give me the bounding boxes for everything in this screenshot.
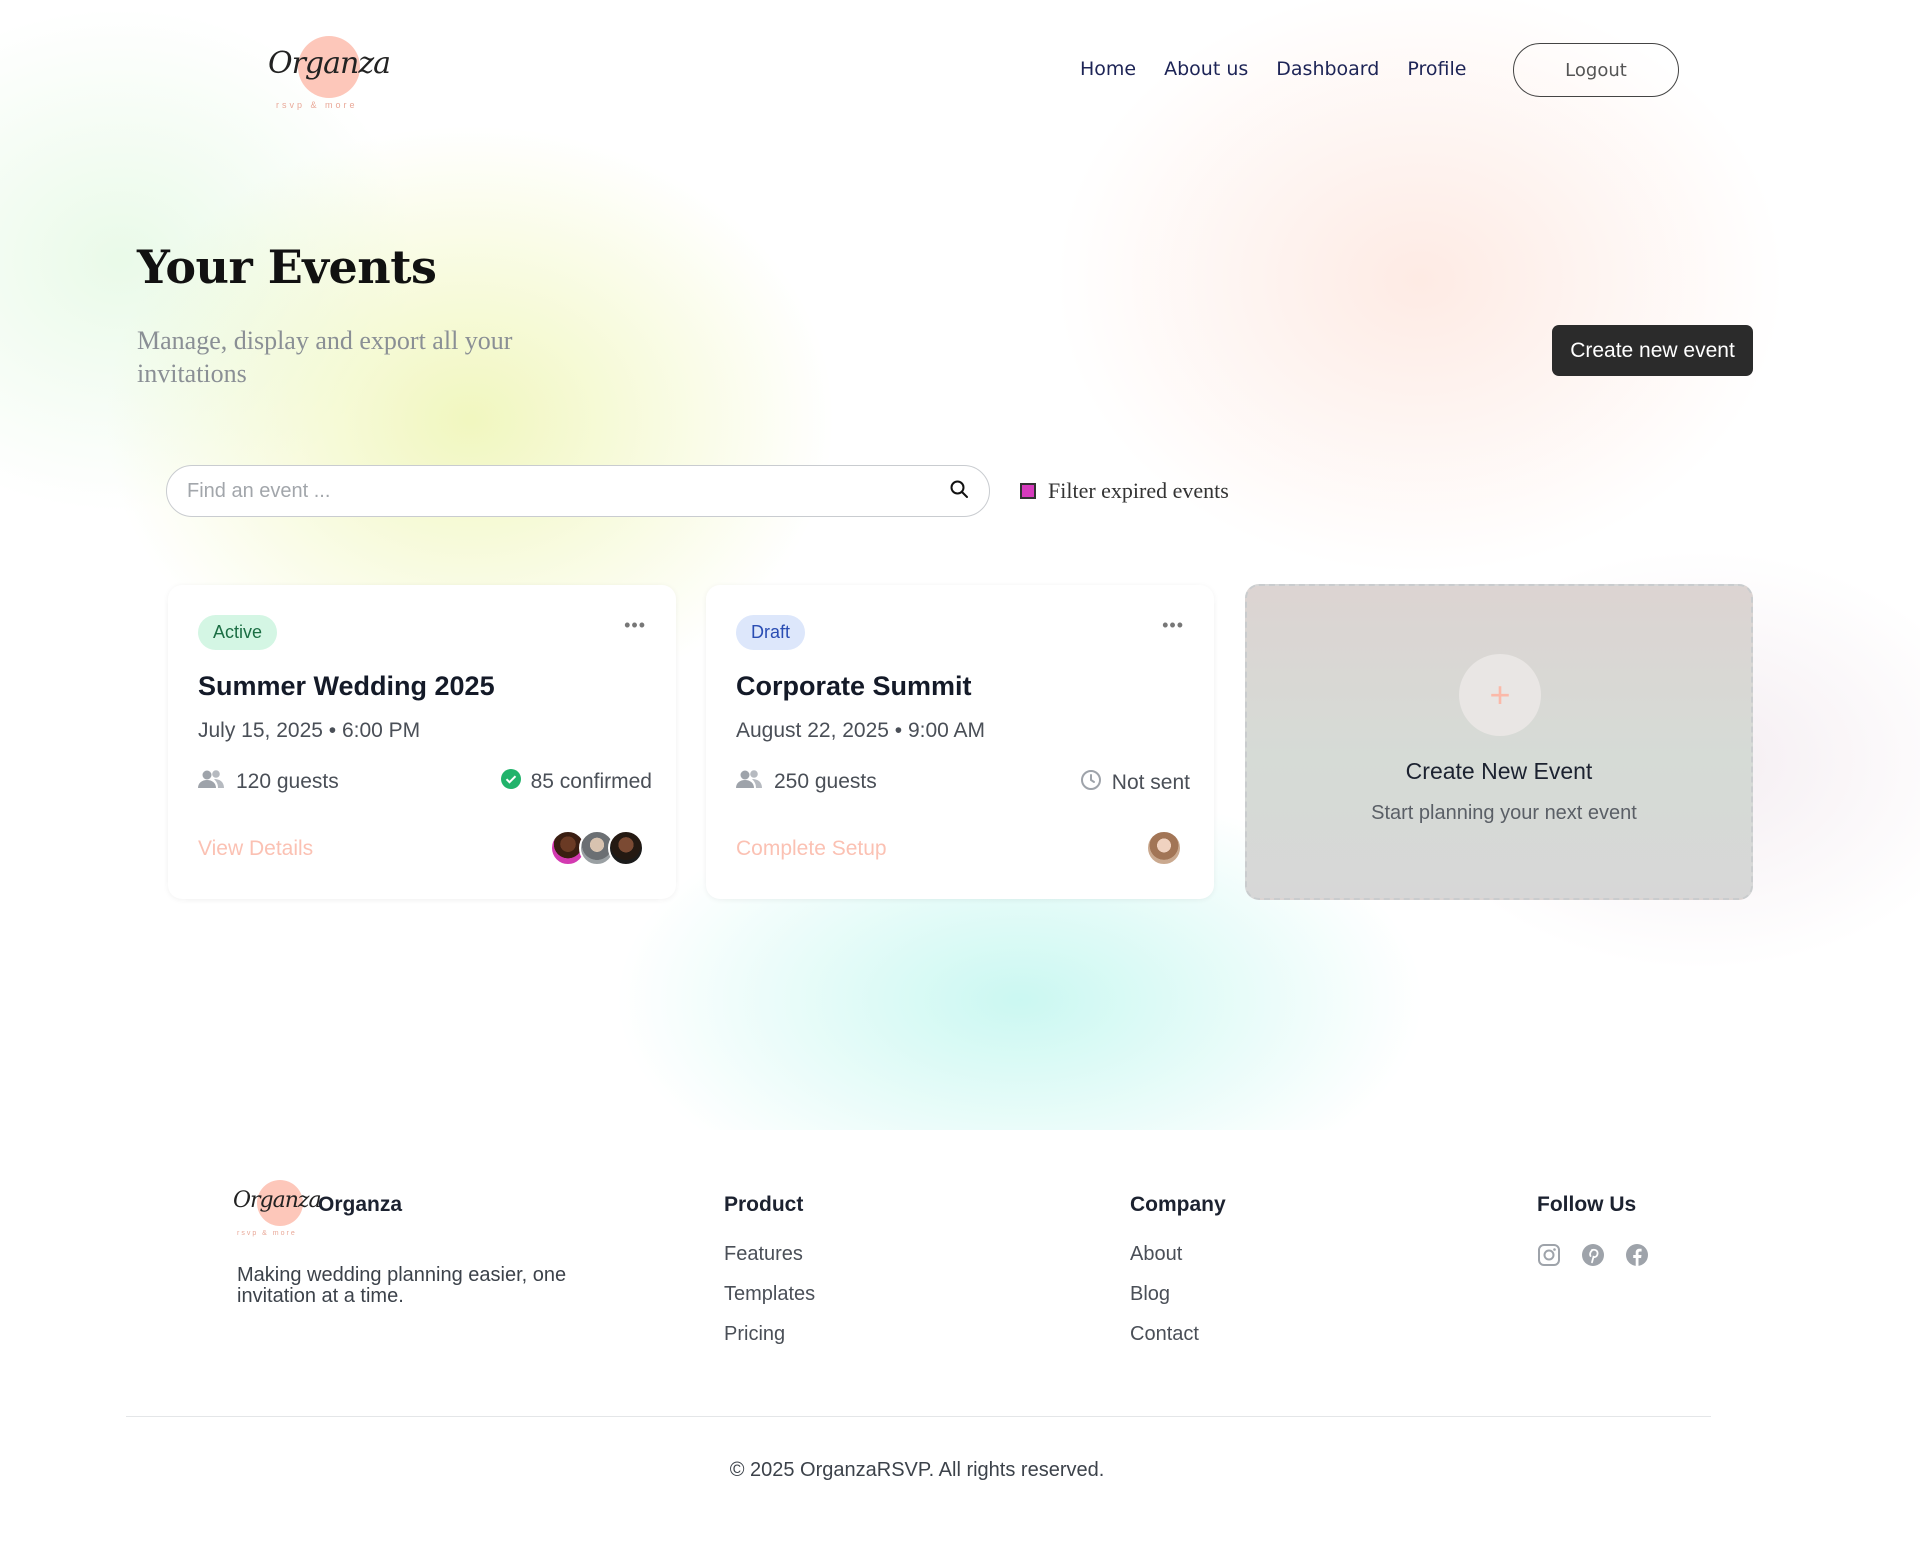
footer-link-blog[interactable]: Blog	[1130, 1283, 1226, 1306]
guest-count: 250 guests	[736, 769, 877, 795]
rsvp-status: Not sent	[1080, 769, 1190, 797]
footer-product: Product Features Templates Pricing	[724, 1193, 815, 1363]
event-datetime: August 22, 2025 • 9:00 AM	[736, 719, 986, 742]
footer-heading: Follow Us	[1537, 1193, 1637, 1216]
footer-follow: Follow Us	[1537, 1193, 1649, 1267]
logo-wordmark: Organza	[268, 46, 391, 81]
filter-label: Filter expired events	[1048, 478, 1229, 503]
more-options-icon[interactable]: •••	[624, 615, 646, 636]
users-icon	[198, 769, 224, 795]
footer-link-about[interactable]: About	[1130, 1243, 1226, 1266]
footer-link-contact[interactable]: Contact	[1130, 1323, 1226, 1346]
footer-tagline: Making wedding planning easier, one invi…	[237, 1264, 567, 1307]
rsvp-status-text: 85 confirmed	[530, 770, 652, 793]
background-gradient	[0, 0, 1920, 1130]
event-title: Corporate Summit	[736, 671, 972, 701]
avatar	[1146, 830, 1182, 866]
plus-icon[interactable]: +	[1459, 654, 1541, 736]
nav-profile[interactable]: Profile	[1407, 58, 1466, 80]
new-event-title: Create New Event	[1405, 758, 1593, 784]
logo-subtitle: rsvp & more	[276, 100, 358, 110]
nav-home[interactable]: Home	[1080, 58, 1136, 80]
footer-brand: Organza	[318, 1193, 403, 1216]
status-badge: Active	[198, 615, 278, 650]
filter-checkbox[interactable]	[1020, 483, 1036, 499]
guest-count-text: 250 guests	[774, 770, 877, 793]
complete-setup-link[interactable]: Complete Setup	[736, 837, 887, 861]
instagram-icon[interactable]	[1537, 1243, 1561, 1267]
event-card[interactable]: Active ••• Summer Wedding 2025 July 15, …	[168, 585, 676, 899]
page-title: Your Events	[137, 240, 437, 294]
event-datetime: July 15, 2025 • 6:00 PM	[198, 719, 421, 742]
search-input[interactable]	[187, 479, 949, 503]
avatar	[608, 830, 644, 866]
guest-avatars	[550, 830, 644, 866]
rsvp-status: 85 confirmed	[500, 769, 652, 795]
guest-avatars	[1146, 830, 1182, 866]
footer-link-templates[interactable]: Templates	[724, 1283, 815, 1306]
event-title: Summer Wedding 2025	[198, 671, 495, 701]
status-badge: Draft	[736, 615, 806, 650]
logo-wordmark: Organza	[233, 1188, 322, 1213]
clock-icon	[1080, 769, 1102, 797]
facebook-icon[interactable]	[1625, 1243, 1649, 1267]
footer-heading: Product	[724, 1193, 804, 1216]
page-subtitle: Manage, display and export all your invi…	[137, 326, 513, 388]
footer-company: Company About Blog Contact	[1130, 1193, 1226, 1363]
filter-expired[interactable]: Filter expired events	[1020, 478, 1229, 504]
rsvp-status-text: Not sent	[1111, 771, 1190, 794]
pinterest-icon[interactable]	[1581, 1243, 1605, 1267]
create-event-button[interactable]: Create new event	[1552, 325, 1753, 376]
logout-button[interactable]: Logout	[1513, 43, 1679, 97]
guest-count-text: 120 guests	[236, 770, 339, 793]
event-card[interactable]: Draft ••• Corporate Summit August 22, 20…	[706, 585, 1214, 899]
view-details-link[interactable]: View Details	[198, 837, 313, 861]
guest-count: 120 guests	[198, 769, 339, 795]
footer-link-features[interactable]: Features	[724, 1243, 815, 1266]
footer-logo[interactable]: Organza rsvp & more	[233, 1180, 322, 1242]
brand-logo[interactable]: Organza rsvp & more	[268, 36, 391, 116]
footer-divider	[126, 1416, 1711, 1417]
users-icon	[736, 769, 762, 795]
copyright: © 2025 OrganzaRSVP. All rights reserved.	[729, 1459, 1105, 1481]
main-nav: Home About us Dashboard Profile	[1080, 58, 1466, 80]
footer-link-pricing[interactable]: Pricing	[724, 1323, 815, 1346]
search-bar	[166, 465, 990, 517]
search-icon[interactable]	[949, 479, 969, 504]
footer-heading: Company	[1130, 1193, 1226, 1216]
more-options-icon[interactable]: •••	[1162, 615, 1184, 636]
create-new-event-card[interactable]: + Create New Event Start planning your n…	[1245, 584, 1753, 900]
nav-dashboard[interactable]: Dashboard	[1276, 58, 1379, 80]
new-event-subtitle: Start planning your next event	[1371, 802, 1637, 824]
check-circle-icon	[500, 769, 521, 795]
nav-about[interactable]: About us	[1164, 58, 1248, 80]
social-icons	[1537, 1243, 1649, 1267]
logo-subtitle: rsvp & more	[237, 1230, 297, 1237]
